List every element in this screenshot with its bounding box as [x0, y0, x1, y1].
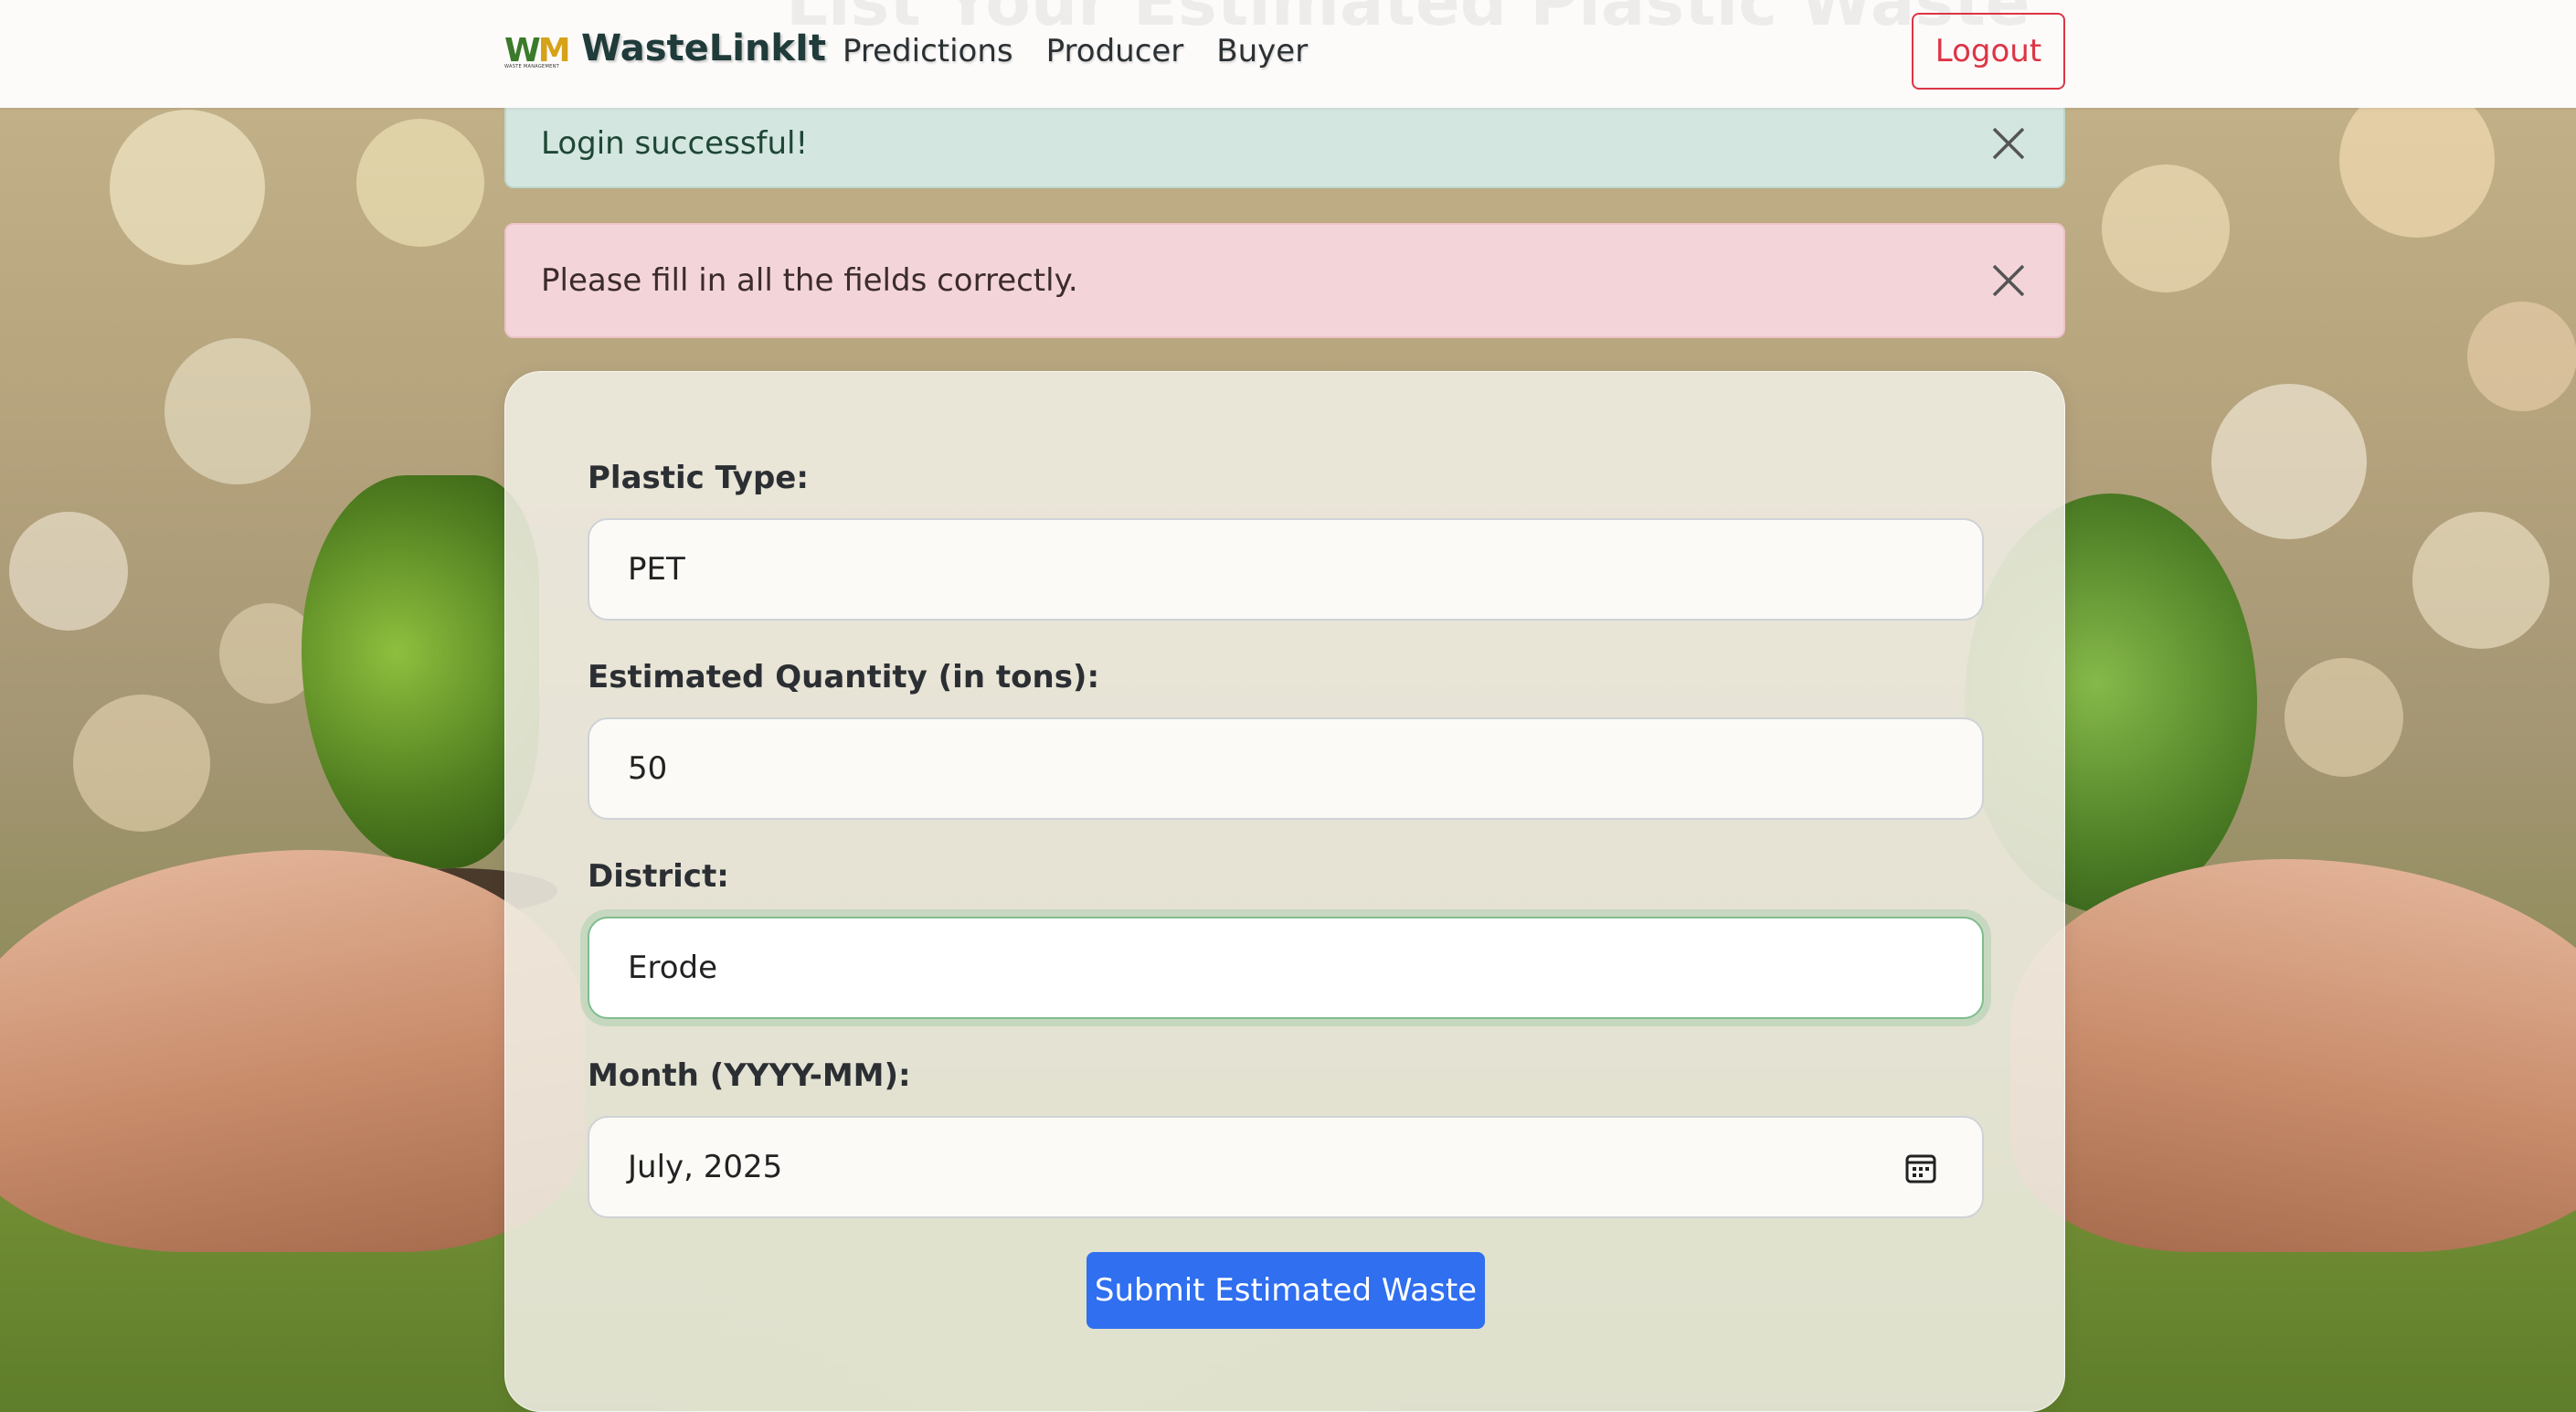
nav-link-producer[interactable]: Producer [1046, 33, 1184, 69]
district-label: District: [588, 858, 729, 895]
logo-subtext: WASTE MANAGEMENT [504, 64, 559, 69]
brand-name[interactable]: WasteLinkIt [581, 27, 826, 69]
logout-button[interactable]: Logout [1912, 13, 2065, 90]
plastic-type-label: Plastic Type: [588, 460, 809, 496]
month-input[interactable]: July, 2025 [588, 1116, 1984, 1218]
close-icon[interactable] [1988, 123, 2029, 164]
nav-link-buyer[interactable]: Buyer [1216, 33, 1308, 69]
success-alert-text: Login successful! [541, 125, 809, 162]
waste-form-card: Plastic Type: Estimated Quantity (in ton… [504, 371, 2065, 1412]
district-input[interactable] [588, 917, 1984, 1019]
navbar: List Your Estimated Plastic Waste WM WAS… [0, 0, 2576, 108]
month-input-value: July, 2025 [628, 1149, 783, 1185]
calendar-icon[interactable] [1903, 1151, 1938, 1185]
quantity-input[interactable] [588, 717, 1984, 820]
nav-link-predictions[interactable]: Predictions [843, 33, 1013, 69]
error-alert-text: Please fill in all the fields correctly. [541, 262, 1078, 299]
plastic-type-input[interactable] [588, 518, 1984, 621]
success-alert: Login successful! [504, 101, 2065, 188]
month-label: Month (YYYY-MM): [588, 1057, 911, 1094]
error-alert: Please fill in all the fields correctly. [504, 223, 2065, 338]
logo[interactable]: WM WASTE MANAGEMENT [504, 33, 571, 71]
quantity-label: Estimated Quantity (in tons): [588, 659, 1100, 695]
close-icon[interactable] [1988, 260, 2029, 301]
submit-button[interactable]: Submit Estimated Waste [1087, 1252, 1485, 1329]
nav-links: Predictions Producer Buyer [843, 33, 1308, 69]
